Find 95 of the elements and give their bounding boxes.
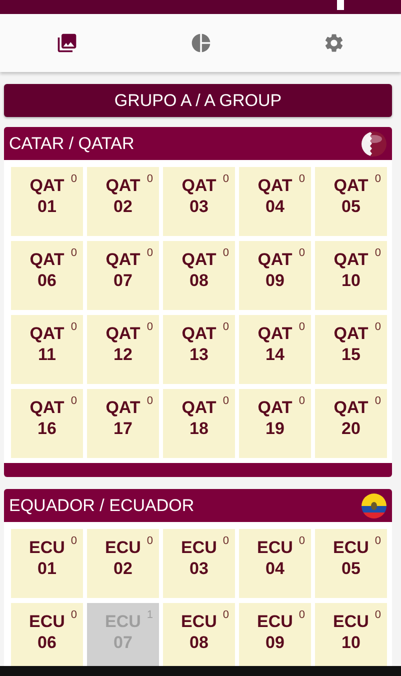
sticker-count: 0 [222,609,229,621]
sticker-code: QAT 01 [30,175,64,218]
sticker-slot[interactable]: ECU 08 0 [163,603,235,666]
sticker-count: 0 [70,247,77,259]
sticker-code: ECU 01 [29,537,65,580]
sticker-code: ECU 02 [105,537,141,580]
sticker-count: 0 [146,173,153,185]
sticker-count: 0 [374,173,381,185]
sticker-slot[interactable]: QAT 06 0 [11,241,83,310]
sticker-slot[interactable]: QAT 13 0 [163,315,235,384]
sticker-slot[interactable]: QAT 19 0 [239,389,311,458]
sticker-code: QAT 10 [334,249,368,292]
team-name: CATAR / QATAR [9,134,134,154]
sticker-slot[interactable]: QAT 17 0 [87,389,159,458]
sticker-code: QAT 07 [106,249,140,292]
sticker-code: QAT 05 [334,175,368,218]
team-name: EQUADOR / ECUADOR [9,496,194,516]
sticker-slot[interactable]: ECU 06 0 [11,603,83,666]
sticker-count: 0 [374,609,381,621]
sticker-slot[interactable]: QAT 07 0 [87,241,159,310]
sticker-count: 0 [298,395,305,407]
sticker-count: 0 [70,321,77,333]
sticker-slot[interactable]: QAT 18 0 [163,389,235,458]
sticker-count: 0 [222,535,229,547]
sticker-code: QAT 03 [182,175,216,218]
sticker-slot[interactable]: QAT 04 0 [239,167,311,236]
sticker-code: ECU 04 [257,537,293,580]
sticker-code: QAT 09 [258,249,292,292]
sticker-code: ECU 09 [257,611,293,654]
sticker-code: QAT 14 [258,323,292,366]
sticker-slot[interactable]: QAT 02 0 [87,167,159,236]
sticker-code: QAT 06 [30,249,64,292]
sticker-code: QAT 13 [182,323,216,366]
settings-icon [323,32,346,54]
sticker-slot[interactable]: ECU 10 0 [315,603,387,666]
pie-chart-icon [190,32,212,54]
sticker-slot[interactable]: QAT 10 0 [315,241,387,310]
sticker-code: QAT 08 [182,249,216,292]
sticker-slot[interactable]: QAT 05 0 [315,167,387,236]
sticker-code: QAT 18 [182,397,216,440]
sticker-slot[interactable]: ECU 04 0 [239,529,311,598]
sticker-slot[interactable]: ECU 01 0 [11,529,83,598]
sticker-code: QAT 20 [334,397,368,440]
sticker-count: 0 [222,395,229,407]
sticker-slot[interactable]: QAT 16 0 [11,389,83,458]
sticker-count: 0 [222,321,229,333]
flag-icon [361,492,387,518]
sticker-count: 0 [70,395,77,407]
sticker-code: ECU 06 [29,611,65,654]
flag-icon [361,130,387,156]
sticker-count: 0 [374,321,381,333]
sticker-slot[interactable]: ECU 03 0 [163,529,235,598]
sticker-slot[interactable]: QAT 15 0 [315,315,387,384]
sticker-code: QAT 12 [106,323,140,366]
sticker-code: ECU 10 [333,611,369,654]
sticker-count: 0 [298,609,305,621]
sticker-count: 0 [298,247,305,259]
sticker-code: ECU 03 [181,537,217,580]
sticker-count: 0 [374,247,381,259]
sticker-slot[interactable]: QAT 11 0 [11,315,83,384]
sticker-code: QAT 17 [106,397,140,440]
sticker-code: QAT 15 [334,323,368,366]
sticker-slot[interactable]: QAT 12 0 [87,315,159,384]
sticker-count: 0 [146,247,153,259]
sticker-count: 0 [222,173,229,185]
sticker-count: 0 [298,535,305,547]
sticker-slot[interactable]: ECU 02 0 [87,529,159,598]
sticker-count: 0 [146,395,153,407]
sticker-slot[interactable]: QAT 09 0 [239,241,311,310]
group-button[interactable]: GRUPO A / A GROUP [4,84,392,117]
sticker-slot[interactable]: QAT 08 0 [163,241,235,310]
sticker-code: QAT 11 [30,323,64,366]
sticker-slot[interactable]: QAT 01 0 [11,167,83,236]
sticker-code: QAT 04 [258,175,292,218]
sticker-code: ECU 08 [181,611,217,654]
sticker-count: 0 [146,535,153,547]
sticker-code: QAT 19 [258,397,292,440]
photo-library-icon [56,32,78,54]
sticker-count: 0 [298,173,305,185]
sticker-count: 0 [146,321,153,333]
sticker-count: 0 [298,321,305,333]
sticker-count: 0 [70,173,77,185]
sticker-count: 0 [374,535,381,547]
sticker-slot[interactable]: ECU 09 0 [239,603,311,666]
sticker-code: QAT 16 [30,397,64,440]
sticker-slot[interactable]: QAT 03 0 [163,167,235,236]
sticker-slot[interactable]: QAT 20 0 [315,389,387,458]
sticker-count: 0 [374,395,381,407]
sticker-code: QAT 02 [106,175,140,218]
sticker-count: 0 [70,609,77,621]
sticker-code: ECU 05 [333,537,369,580]
sticker-slot[interactable]: ECU 05 0 [315,529,387,598]
sticker-count: 0 [222,247,229,259]
sticker-slot[interactable]: QAT 14 0 [239,315,311,384]
sticker-count: 0 [70,535,77,547]
